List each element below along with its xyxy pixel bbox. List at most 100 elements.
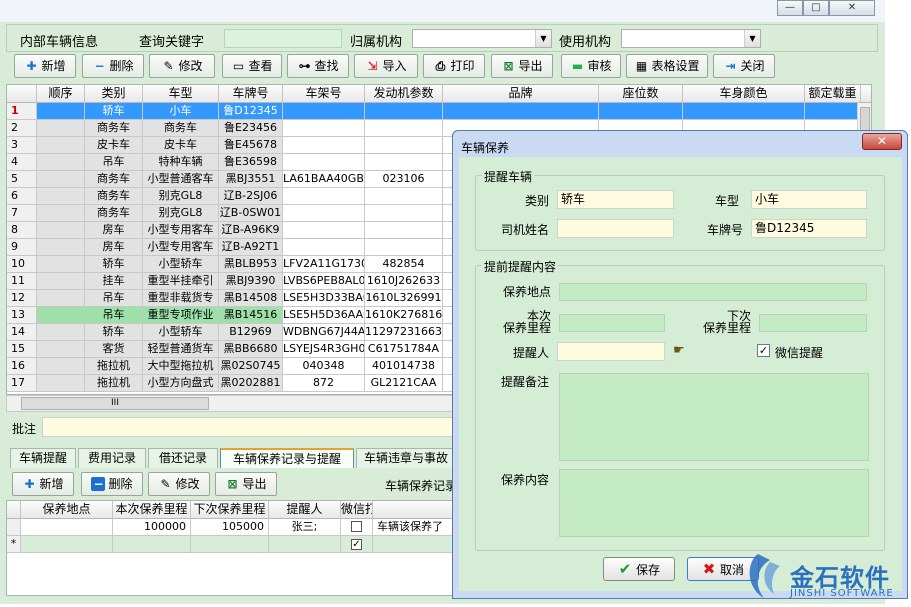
- table-cell[interactable]: 张三;: [269, 519, 341, 536]
- table-cell[interactable]: [21, 536, 113, 553]
- table-cell[interactable]: [37, 222, 85, 239]
- table-cell[interactable]: 1610J262633: [365, 273, 443, 290]
- table-cell[interactable]: [37, 103, 85, 120]
- table-cell[interactable]: [283, 137, 365, 154]
- table-cell[interactable]: 黑B14508: [219, 290, 283, 307]
- grid-header-cell[interactable]: 类别: [85, 85, 143, 103]
- table-cell[interactable]: LSYEJS4R3GH0C: [283, 341, 365, 358]
- table-settings-button[interactable]: ▦ 表格设置: [626, 54, 708, 78]
- table-cell[interactable]: [373, 536, 455, 553]
- tab[interactable]: 费用记录: [78, 448, 146, 468]
- grid-header-cell[interactable]: 座位数: [599, 85, 683, 103]
- table-cell[interactable]: [365, 137, 443, 154]
- table-cell[interactable]: LSE5H3D33BA03: [283, 290, 365, 307]
- wechat-checkbox[interactable]: ✓: [757, 344, 770, 357]
- table-cell[interactable]: 100000: [113, 519, 191, 536]
- table-cell[interactable]: [283, 120, 365, 137]
- model-field[interactable]: 小车: [751, 190, 867, 209]
- table-cell[interactable]: 黑02S0745: [219, 358, 283, 375]
- plate-field[interactable]: 鲁D12345: [751, 219, 867, 238]
- table-cell[interactable]: 040348: [283, 358, 365, 375]
- table-cell[interactable]: WDBNG67J44A39: [283, 324, 365, 341]
- table-cell[interactable]: [283, 239, 365, 256]
- tab[interactable]: 车辆违章与事故: [356, 448, 456, 468]
- table-cell[interactable]: 大中型拖拉机: [143, 358, 219, 375]
- grid-header-cell[interactable]: [7, 85, 37, 103]
- table-cell[interactable]: 1610L326991: [365, 290, 443, 307]
- table-row[interactable]: 1 轿车 小车 鲁D12345: [7, 103, 871, 120]
- table-cell[interactable]: [37, 307, 85, 324]
- delete-button[interactable]: − 删除: [82, 54, 144, 78]
- table-cell[interactable]: [365, 239, 443, 256]
- wechat-checkbox-cell[interactable]: ✓: [341, 536, 373, 553]
- table-cell[interactable]: 黑BB6680: [219, 341, 283, 358]
- table-cell[interactable]: [365, 188, 443, 205]
- table-cell[interactable]: 重型专项作业: [143, 307, 219, 324]
- row-number[interactable]: 7: [7, 205, 37, 222]
- table-cell[interactable]: [283, 103, 365, 120]
- checkbox-icon[interactable]: ✓: [351, 539, 362, 550]
- table-cell[interactable]: 1610K276816: [365, 307, 443, 324]
- table-cell[interactable]: 吊车: [85, 307, 143, 324]
- row-number[interactable]: 3: [7, 137, 37, 154]
- table-cell[interactable]: 重型非载货专: [143, 290, 219, 307]
- sub-add-button[interactable]: ✚ 新增: [12, 472, 74, 496]
- table-cell[interactable]: [283, 222, 365, 239]
- table-cell[interactable]: 鲁E23456: [219, 120, 283, 137]
- minimize-icon[interactable]: —: [777, 0, 803, 16]
- table-cell[interactable]: [37, 273, 85, 290]
- table-cell[interactable]: 辽B-A92T1: [219, 239, 283, 256]
- table-cell[interactable]: 商务车: [85, 120, 143, 137]
- table-cell[interactable]: [37, 239, 85, 256]
- row-number[interactable]: 17: [7, 375, 37, 392]
- row-number[interactable]: 5: [7, 171, 37, 188]
- table-cell[interactable]: 023106: [365, 171, 443, 188]
- table-cell[interactable]: [37, 324, 85, 341]
- table-cell[interactable]: 872: [283, 375, 365, 392]
- table-cell[interactable]: 拖拉机: [85, 375, 143, 392]
- row-number[interactable]: 6: [7, 188, 37, 205]
- import-button[interactable]: ⇲ 导入: [354, 54, 418, 78]
- table-cell[interactable]: 商务车: [85, 205, 143, 222]
- table-cell[interactable]: LVBS6PEB8AL05: [283, 273, 365, 290]
- grid-header-cell[interactable]: 车身颜色: [683, 85, 805, 103]
- table-cell[interactable]: [283, 188, 365, 205]
- table-cell[interactable]: 黑BJ9390: [219, 273, 283, 290]
- table-cell[interactable]: [37, 205, 85, 222]
- table-cell[interactable]: [805, 103, 861, 120]
- table-cell[interactable]: [37, 375, 85, 392]
- sub-delete-button[interactable]: − 删除: [81, 472, 143, 496]
- edit-button[interactable]: ✎ 修改: [149, 54, 215, 78]
- table-cell[interactable]: [37, 154, 85, 171]
- find-button[interactable]: ⊶ 查找: [287, 54, 349, 78]
- grid-header-cell[interactable]: 车型: [143, 85, 219, 103]
- subgrid-header-cell[interactable]: 微信打: [341, 501, 373, 519]
- table-cell[interactable]: 商务车: [85, 188, 143, 205]
- print-button[interactable]: ⎙ 打印: [423, 54, 485, 78]
- table-cell[interactable]: 轻型普通货车: [143, 341, 219, 358]
- table-row[interactable]: * ✓: [7, 536, 455, 553]
- table-cell[interactable]: [37, 137, 85, 154]
- maximize-icon[interactable]: □: [803, 0, 829, 16]
- location-field[interactable]: [559, 283, 867, 301]
- row-number[interactable]: 9: [7, 239, 37, 256]
- table-cell[interactable]: 重型半挂牵引: [143, 273, 219, 290]
- pointing-hand-icon[interactable]: ☛: [673, 343, 685, 358]
- table-cell[interactable]: 小型专用客车: [143, 222, 219, 239]
- table-cell[interactable]: [191, 536, 269, 553]
- grid-header-cell[interactable]: 发动机参数: [365, 85, 443, 103]
- grid-header-cell[interactable]: 车架号: [283, 85, 365, 103]
- table-cell[interactable]: [21, 519, 113, 536]
- table-cell[interactable]: 105000: [191, 519, 269, 536]
- row-number[interactable]: 14: [7, 324, 37, 341]
- table-cell[interactable]: [269, 536, 341, 553]
- table-cell[interactable]: 轿车: [85, 103, 143, 120]
- table-cell[interactable]: [37, 120, 85, 137]
- table-cell[interactable]: 黑BJ3551: [219, 171, 283, 188]
- table-cell[interactable]: [37, 290, 85, 307]
- table-cell[interactable]: 轿车: [85, 324, 143, 341]
- view-button[interactable]: ▭ 查看: [222, 54, 282, 78]
- use-org-select[interactable]: ▼: [621, 29, 761, 48]
- table-cell[interactable]: 车辆该保养了: [373, 519, 455, 536]
- row-number[interactable]: 11: [7, 273, 37, 290]
